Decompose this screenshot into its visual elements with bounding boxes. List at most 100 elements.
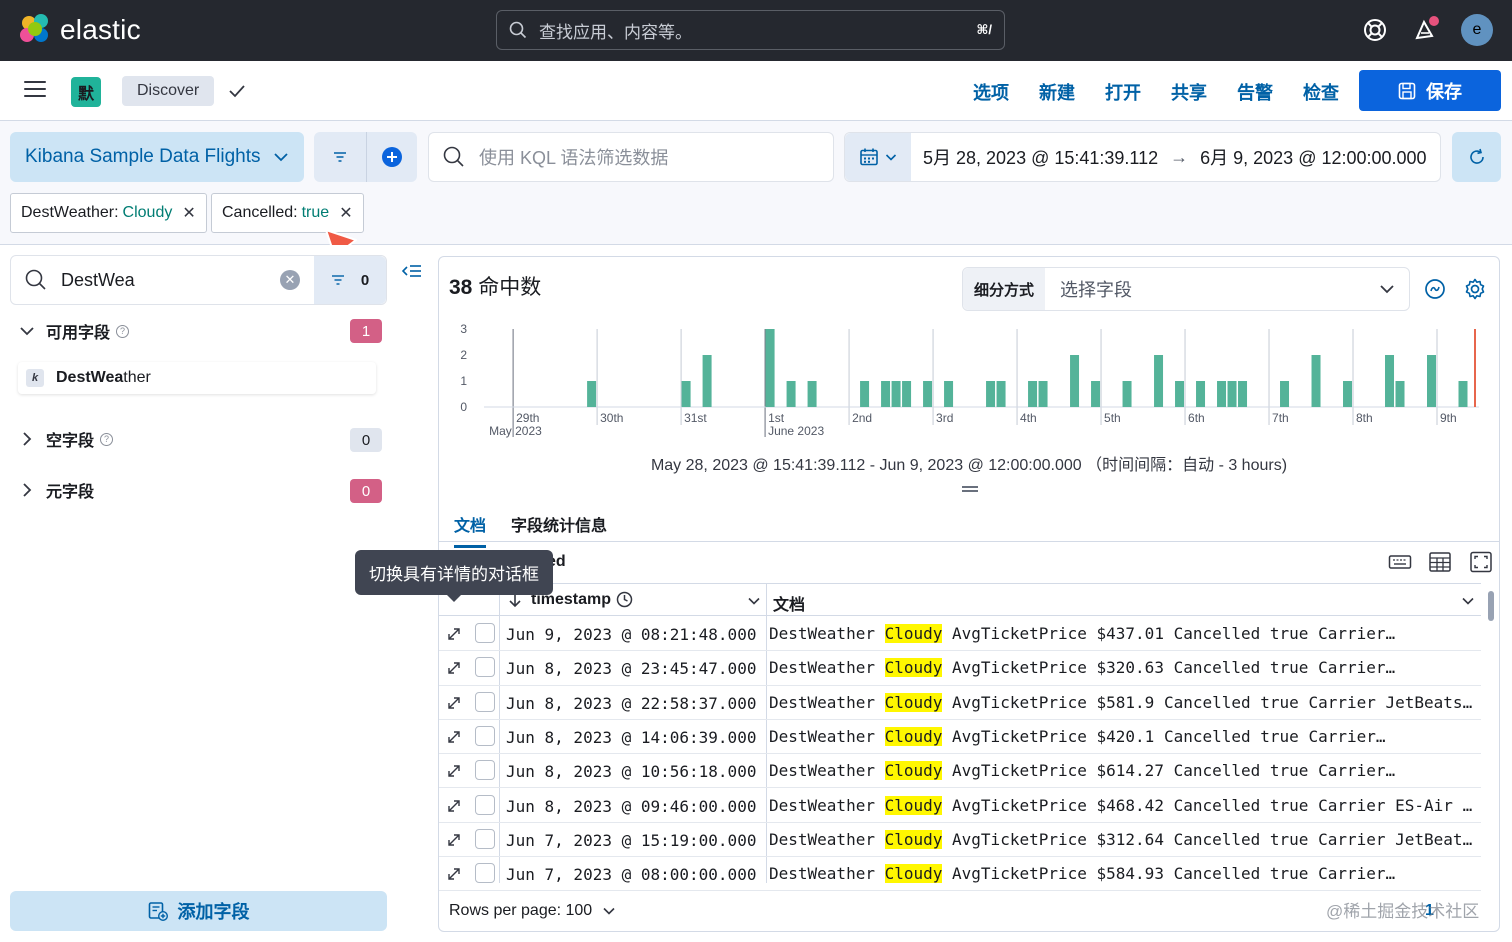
histogram-bar[interactable] xyxy=(1196,381,1206,407)
histogram-bar[interactable] xyxy=(681,381,691,407)
clear-icon[interactable]: ✕ xyxy=(280,270,300,290)
share-link[interactable]: 共享 xyxy=(1171,79,1207,105)
expand-icon[interactable] xyxy=(446,626,462,642)
add-field-button[interactable]: 添加字段 xyxy=(10,891,387,931)
expand-icon[interactable] xyxy=(446,832,462,848)
help-icon[interactable] xyxy=(1361,16,1389,44)
kql-search-input[interactable]: 使用 KQL 语法筛选数据 xyxy=(428,132,834,182)
close-icon[interactable]: ✕ xyxy=(339,203,352,223)
chevron-down-icon[interactable] xyxy=(1461,594,1475,608)
row-checkbox[interactable] xyxy=(475,691,495,712)
histogram-bar[interactable] xyxy=(996,381,1006,407)
date-start[interactable]: 5月 28, 2023 @ 15:41:39.112 xyxy=(923,144,1158,170)
histogram-bar[interactable] xyxy=(923,381,933,407)
histogram-bar[interactable] xyxy=(1238,381,1248,407)
field-type-filter-button[interactable]: 0 xyxy=(314,256,386,304)
table-row[interactable]: Jun 8, 2023 @ 22:58:37.000 DestWeather Cl… xyxy=(439,686,1481,720)
tab-documents[interactable]: 文档 xyxy=(454,512,487,548)
row-checkbox[interactable] xyxy=(475,657,495,678)
close-icon[interactable]: ✕ xyxy=(182,203,195,223)
check-icon[interactable] xyxy=(228,83,246,99)
histogram-bar[interactable] xyxy=(786,381,796,407)
histogram-bar[interactable] xyxy=(1217,381,1227,407)
histogram-bar[interactable] xyxy=(807,381,817,407)
breadcrumb-discover[interactable]: Discover xyxy=(122,76,215,106)
inspect-link[interactable]: 检查 xyxy=(1303,79,1339,105)
histogram-bar[interactable] xyxy=(986,381,996,407)
expand-icon[interactable] xyxy=(446,763,462,779)
alerts-link[interactable]: 告警 xyxy=(1237,79,1273,105)
rows-per-page-select[interactable]: Rows per page: 100 xyxy=(449,902,616,920)
tab-field-statistics[interactable]: 字段统计信息 xyxy=(511,512,607,536)
row-checkbox[interactable] xyxy=(475,863,495,884)
ai-assistant-icon[interactable] xyxy=(1423,277,1447,301)
histogram-bar[interactable] xyxy=(1227,381,1237,407)
news-feed-icon[interactable] xyxy=(1412,16,1440,44)
histogram-bar[interactable] xyxy=(587,381,597,407)
date-end[interactable]: 6月 9, 2023 @ 12:00:00.000 xyxy=(1200,144,1426,170)
histogram-bar[interactable] xyxy=(1070,355,1080,407)
expand-icon[interactable] xyxy=(446,660,462,676)
row-checkbox[interactable] xyxy=(475,794,495,815)
table-row[interactable]: Jun 8, 2023 @ 23:45:47.000 DestWeather Cl… xyxy=(439,651,1481,686)
histogram-bar[interactable] xyxy=(1280,381,1290,407)
histogram-bar[interactable] xyxy=(860,381,870,407)
table-row[interactable]: Jun 7, 2023 @ 08:00:00.000 DestWeather Cl… xyxy=(439,857,1481,892)
histogram-bar[interactable] xyxy=(1395,381,1405,407)
save-button[interactable]: 保存 xyxy=(1359,70,1501,111)
histogram-bar[interactable] xyxy=(1122,381,1132,407)
help-circle-icon[interactable]: ? xyxy=(116,324,130,338)
filter-pill-destweather[interactable]: DestWeather: Cloudy ✕ xyxy=(10,193,207,233)
histogram-bar[interactable] xyxy=(891,381,901,407)
breakdown-select[interactable]: 细分方式 选择字段 xyxy=(962,267,1410,311)
new-link[interactable]: 新建 xyxy=(1039,79,1075,105)
histogram-bar[interactable] xyxy=(902,381,912,407)
space-avatar[interactable]: 默 xyxy=(71,77,101,107)
histogram-bar[interactable] xyxy=(1154,355,1164,407)
fullscreen-icon[interactable] xyxy=(1469,551,1493,573)
histogram-bar[interactable] xyxy=(1385,355,1395,407)
data-view-picker[interactable]: Kibana Sample Data Flights xyxy=(10,132,304,182)
empty-fields-toggle[interactable]: 空字段 ? xyxy=(18,427,114,451)
row-checkbox[interactable] xyxy=(475,760,495,781)
expand-icon[interactable] xyxy=(446,866,462,882)
available-fields-toggle[interactable]: 可用字段 ? xyxy=(18,319,130,343)
options-link[interactable]: 选项 xyxy=(973,79,1009,105)
quick-date-menu[interactable] xyxy=(845,133,911,181)
expand-icon[interactable] xyxy=(446,798,462,814)
table-row[interactable]: Jun 8, 2023 @ 14:06:39.000 DestWeather Cl… xyxy=(439,720,1481,755)
collapse-sidebar-icon[interactable] xyxy=(402,263,422,279)
histogram-bar[interactable] xyxy=(1028,381,1038,407)
meta-fields-toggle[interactable]: 元字段 xyxy=(18,478,94,502)
grid-scrollbar[interactable] xyxy=(1488,591,1494,621)
user-avatar[interactable]: e xyxy=(1461,14,1493,46)
table-row[interactable]: Jun 7, 2023 @ 15:19:00.000 DestWeather Cl… xyxy=(439,823,1481,858)
chevron-down-icon[interactable] xyxy=(747,594,761,608)
date-picker[interactable]: 5月 28, 2023 @ 15:41:39.112 → 6月 9, 2023 … xyxy=(844,132,1441,182)
histogram-bar[interactable] xyxy=(765,329,775,407)
table-row[interactable]: Jun 8, 2023 @ 09:46:00.000 DestWeather Cl… xyxy=(439,789,1481,823)
table-row[interactable]: Jun 9, 2023 @ 08:21:48.000 DestWeather Cl… xyxy=(439,617,1481,652)
row-checkbox[interactable] xyxy=(475,828,495,849)
elastic-logo[interactable]: elastic xyxy=(20,14,141,46)
expand-icon[interactable] xyxy=(446,695,462,711)
menu-hamburger-icon[interactable] xyxy=(24,81,46,99)
table-row[interactable]: Jun 8, 2023 @ 10:56:18.000 DestWeather Cl… xyxy=(439,754,1481,789)
histogram-bar[interactable] xyxy=(1091,381,1101,407)
histogram-bar[interactable] xyxy=(1427,355,1437,407)
column-header-document[interactable]: 文档 xyxy=(773,591,805,615)
histogram-bar[interactable] xyxy=(1038,381,1048,407)
filter-menu-button[interactable] xyxy=(314,132,366,182)
histogram-bar[interactable] xyxy=(881,381,891,407)
expand-icon[interactable] xyxy=(446,729,462,745)
histogram-bar[interactable] xyxy=(1458,381,1468,407)
field-item-destweather[interactable]: k DestWea ther xyxy=(18,362,376,394)
table-density-icon[interactable] xyxy=(1428,551,1452,573)
histogram-bar[interactable] xyxy=(1175,381,1185,407)
gear-icon[interactable] xyxy=(1463,277,1487,301)
keyboard-icon[interactable] xyxy=(1388,551,1412,573)
row-checkbox[interactable] xyxy=(475,725,495,746)
open-link[interactable]: 打开 xyxy=(1105,79,1141,105)
add-filter-button[interactable] xyxy=(366,132,417,182)
resize-handle-icon[interactable] xyxy=(962,486,978,492)
